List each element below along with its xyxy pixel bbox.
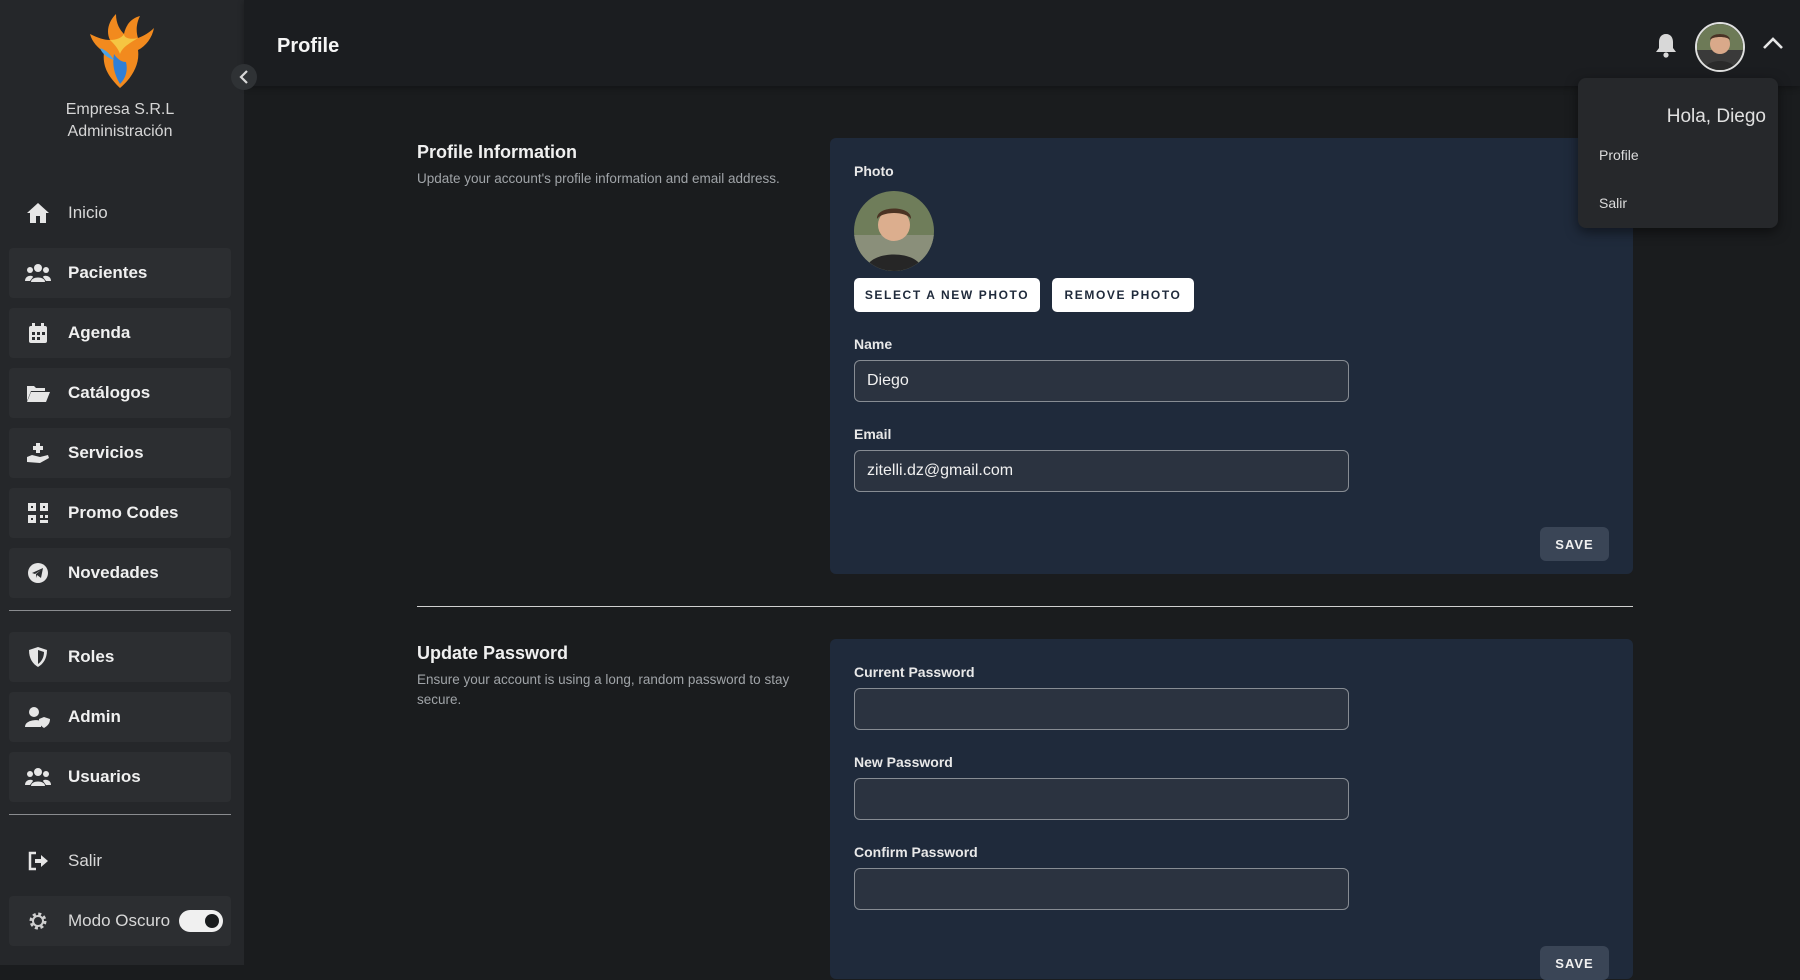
sign-out-icon xyxy=(13,851,63,871)
user-dropdown-menu: Hola, Diego Profile Salir xyxy=(1578,78,1778,228)
dark-mode-toggle[interactable] xyxy=(179,910,223,932)
sidebar-item-agenda[interactable]: Agenda xyxy=(9,308,231,358)
sidebar-item-inicio[interactable]: Inicio xyxy=(9,188,231,238)
sidebar-item-label: Pacientes xyxy=(68,263,148,282)
user-greeting: Hola, Diego xyxy=(1666,106,1766,127)
sidebar-item-pacientes[interactable]: Pacientes xyxy=(9,248,231,298)
sidebar-item-label: Roles xyxy=(68,647,115,666)
qrcode-icon xyxy=(13,503,63,523)
save-password-button[interactable]: SAVE xyxy=(1540,946,1609,980)
bell-icon[interactable] xyxy=(1654,32,1678,63)
email-label: Email xyxy=(854,426,892,442)
gear-icon xyxy=(13,910,63,932)
sidebar-item-label: Catálogos xyxy=(68,383,151,402)
users-icon xyxy=(13,262,63,284)
new-password-field[interactable] xyxy=(854,778,1349,820)
confirm-password-label: Confirm Password xyxy=(854,844,978,860)
folder-open-icon xyxy=(13,383,63,403)
menu-item-profile[interactable]: Profile xyxy=(1599,147,1639,163)
avatar[interactable] xyxy=(1695,22,1745,72)
sidebar-item-roles[interactable]: Roles xyxy=(9,632,231,682)
sidebar-item-label: Usuarios xyxy=(68,767,141,786)
sidebar-item-modo-oscuro: Modo Oscuro xyxy=(9,896,231,946)
sidebar-item-label: Admin xyxy=(68,707,121,726)
update-password-card: Current Password New Password Confirm Pa… xyxy=(830,639,1633,980)
shield-icon xyxy=(13,646,63,668)
sidebar-item-label: Modo Oscuro xyxy=(68,911,171,930)
user-shield-icon xyxy=(13,706,63,728)
sidebar-item-admin[interactable]: Admin xyxy=(9,692,231,742)
calendar-icon xyxy=(13,322,63,344)
profile-info-description: Update your account's profile informatio… xyxy=(417,171,780,186)
name-field[interactable]: Diego xyxy=(854,360,1349,402)
email-field[interactable]: zitelli.dz@gmail.com xyxy=(854,450,1349,492)
current-password-field[interactable] xyxy=(854,688,1349,730)
profile-info-card: Photo SELECT A NEW PHOTO REMOVE PHOTO Na… xyxy=(830,138,1633,574)
current-password-label: Current Password xyxy=(854,664,975,680)
brand-company: Empresa S.R.L xyxy=(65,101,175,118)
name-label: Name xyxy=(854,336,893,352)
sidebar-item-label: Novedades xyxy=(68,563,159,582)
collapse-sidebar-button[interactable] xyxy=(231,64,257,90)
chevron-up-icon[interactable] xyxy=(1762,36,1784,55)
sidebar-item-label: Agenda xyxy=(68,323,131,342)
hand-holding-icon xyxy=(13,442,63,464)
menu-item-salir[interactable]: Salir xyxy=(1599,195,1627,211)
update-password-description: Ensure your account is using a long, ran… xyxy=(417,672,790,707)
brand-subtitle: Administración xyxy=(67,123,173,140)
sidebar-item-usuarios[interactable]: Usuarios xyxy=(9,752,231,802)
profile-info-title: Profile Information xyxy=(417,142,578,162)
sidebar: Empresa S.R.L Administración Inicio Paci… xyxy=(0,0,244,965)
telegram-icon xyxy=(13,562,63,584)
users-icon xyxy=(13,766,63,788)
sidebar-item-servicios[interactable]: Servicios xyxy=(9,428,231,478)
sidebar-item-label: Salir xyxy=(68,851,103,870)
sidebar-item-label: Promo Codes xyxy=(68,503,179,522)
chevron-left-icon xyxy=(239,70,248,84)
sidebar-item-salir[interactable]: Salir xyxy=(9,836,231,886)
sidebar-item-promo-codes[interactable]: Promo Codes xyxy=(9,488,231,538)
confirm-password-field[interactable] xyxy=(854,868,1349,910)
home-icon xyxy=(13,202,63,224)
sidebar-item-catalogos[interactable]: Catálogos xyxy=(9,368,231,418)
update-password-title: Update Password xyxy=(417,643,569,663)
section-divider xyxy=(417,606,1633,607)
save-profile-button[interactable]: SAVE xyxy=(1540,527,1609,561)
photo-label: Photo xyxy=(854,163,894,179)
top-bar: Profile xyxy=(244,0,1800,86)
remove-photo-button[interactable]: REMOVE PHOTO xyxy=(1052,278,1194,312)
select-photo-button[interactable]: SELECT A NEW PHOTO xyxy=(854,278,1040,312)
page-title: Profile xyxy=(277,35,340,57)
new-password-label: New Password xyxy=(854,754,953,770)
brand: Empresa S.R.L Administración xyxy=(0,8,240,143)
profile-photo xyxy=(854,191,934,271)
phoenix-logo-icon xyxy=(90,14,154,88)
sidebar-item-label: Servicios xyxy=(68,443,144,462)
sidebar-item-novedades[interactable]: Novedades xyxy=(9,548,231,598)
sidebar-divider xyxy=(9,610,231,611)
sidebar-divider xyxy=(9,814,231,815)
sidebar-item-label: Inicio xyxy=(68,203,108,222)
